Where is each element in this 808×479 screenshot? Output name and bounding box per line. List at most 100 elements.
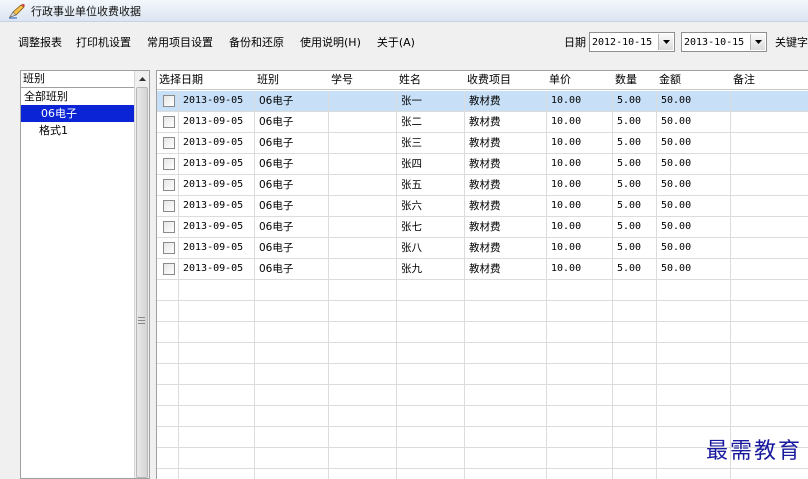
cell-item[interactable] — [465, 406, 547, 427]
cell-name[interactable] — [397, 469, 465, 479]
cell-class[interactable] — [255, 427, 329, 448]
scroll-up-arrow-icon[interactable] — [135, 71, 149, 86]
cell-amount[interactable]: 50.00 — [657, 238, 731, 259]
table-row[interactable]: 2013-09-05 06电子 张七 教材费 10.00 5.00 50.00 — [157, 217, 808, 238]
cell-note[interactable] — [731, 364, 808, 385]
cell-item[interactable]: 教材费 — [465, 238, 547, 259]
cell-id[interactable] — [329, 343, 397, 364]
cell-id[interactable] — [329, 133, 397, 154]
cell-id[interactable] — [329, 280, 397, 301]
date-to-select[interactable]: 2013-10-15 — [681, 32, 767, 52]
cell-id[interactable] — [329, 91, 397, 112]
cell-date[interactable] — [179, 301, 255, 322]
table-row[interactable] — [157, 385, 808, 406]
cell-amount[interactable] — [657, 406, 731, 427]
cell-qty[interactable]: 5.00 — [613, 91, 657, 112]
cell-qty[interactable] — [613, 406, 657, 427]
tree-item-06-electronics[interactable]: 06电子 — [21, 105, 135, 122]
row-checkbox[interactable] — [163, 263, 175, 275]
cell-name[interactable] — [397, 406, 465, 427]
cell-name[interactable]: 张六 — [397, 196, 465, 217]
cell-price[interactable] — [547, 343, 613, 364]
row-select-cell[interactable] — [157, 238, 179, 259]
row-select-cell[interactable] — [157, 133, 179, 154]
cell-item[interactable]: 教材费 — [465, 133, 547, 154]
row-select-cell[interactable] — [157, 217, 179, 238]
cell-date[interactable] — [179, 280, 255, 301]
cell-class[interactable]: 06电子 — [255, 112, 329, 133]
cell-name[interactable] — [397, 448, 465, 469]
row-select-cell[interactable] — [157, 322, 179, 343]
cell-amount[interactable] — [657, 322, 731, 343]
table-row[interactable] — [157, 364, 808, 385]
cell-price[interactable]: 10.00 — [547, 91, 613, 112]
cell-item[interactable]: 教材费 — [465, 217, 547, 238]
cell-note[interactable] — [731, 238, 808, 259]
cell-item[interactable]: 教材费 — [465, 259, 547, 280]
cell-class[interactable]: 06电子 — [255, 175, 329, 196]
cell-class[interactable] — [255, 301, 329, 322]
col-select[interactable]: 选择 — [157, 71, 181, 90]
cell-date[interactable]: 2013-09-05 — [179, 154, 255, 175]
table-row[interactable]: 2013-09-05 06电子 张八 教材费 10.00 5.00 50.00 — [157, 238, 808, 259]
cell-qty[interactable]: 5.00 — [613, 238, 657, 259]
cell-class[interactable]: 06电子 — [255, 259, 329, 280]
cell-price[interactable]: 10.00 — [547, 133, 613, 154]
cell-class[interactable] — [255, 280, 329, 301]
cell-date[interactable] — [179, 448, 255, 469]
cell-item[interactable] — [465, 364, 547, 385]
cell-name[interactable]: 张一 — [397, 91, 465, 112]
row-select-cell[interactable] — [157, 427, 179, 448]
row-select-cell[interactable] — [157, 196, 179, 217]
cell-qty[interactable] — [613, 469, 657, 479]
cell-class[interactable] — [255, 406, 329, 427]
menu-help[interactable]: 使用说明(H) — [300, 34, 361, 50]
cell-class[interactable]: 06电子 — [255, 196, 329, 217]
row-checkbox[interactable] — [163, 179, 175, 191]
cell-note[interactable] — [731, 280, 808, 301]
cell-item[interactable] — [465, 469, 547, 479]
cell-item[interactable] — [465, 301, 547, 322]
col-unit-price[interactable]: 单价 — [547, 71, 571, 90]
cell-qty[interactable]: 5.00 — [613, 196, 657, 217]
cell-qty[interactable] — [613, 427, 657, 448]
cell-qty[interactable] — [613, 280, 657, 301]
cell-amount[interactable] — [657, 364, 731, 385]
cell-date[interactable] — [179, 364, 255, 385]
cell-price[interactable] — [547, 406, 613, 427]
cell-name[interactable]: 张九 — [397, 259, 465, 280]
cell-qty[interactable]: 5.00 — [613, 133, 657, 154]
cell-date[interactable]: 2013-09-05 — [179, 91, 255, 112]
cell-note[interactable] — [731, 469, 808, 479]
cell-date[interactable]: 2013-09-05 — [179, 259, 255, 280]
cell-amount[interactable] — [657, 469, 731, 479]
row-select-cell[interactable] — [157, 112, 179, 133]
cell-class[interactable]: 06电子 — [255, 217, 329, 238]
cell-note[interactable] — [731, 175, 808, 196]
cell-class[interactable] — [255, 322, 329, 343]
cell-name[interactable] — [397, 364, 465, 385]
row-select-cell[interactable] — [157, 175, 179, 196]
cell-date[interactable] — [179, 385, 255, 406]
menu-printer-settings[interactable]: 打印机设置 — [76, 34, 131, 50]
cell-id[interactable] — [329, 238, 397, 259]
cell-note[interactable] — [731, 217, 808, 238]
cell-amount[interactable] — [657, 343, 731, 364]
cell-name[interactable]: 张七 — [397, 217, 465, 238]
cell-price[interactable] — [547, 364, 613, 385]
cell-date[interactable]: 2013-09-05 — [179, 112, 255, 133]
col-date[interactable]: 日期 — [179, 71, 203, 90]
cell-class[interactable] — [255, 364, 329, 385]
cell-qty[interactable] — [613, 364, 657, 385]
table-row[interactable]: 2013-09-05 06电子 张三 教材费 10.00 5.00 50.00 — [157, 133, 808, 154]
table-row[interactable] — [157, 280, 808, 301]
cell-class[interactable] — [255, 448, 329, 469]
cell-id[interactable] — [329, 448, 397, 469]
tree-scrollbar[interactable] — [134, 71, 149, 478]
table-row[interactable]: 2013-09-05 06电子 张四 教材费 10.00 5.00 50.00 — [157, 154, 808, 175]
cell-id[interactable] — [329, 301, 397, 322]
cell-amount[interactable]: 50.00 — [657, 196, 731, 217]
cell-note[interactable] — [731, 196, 808, 217]
cell-class[interactable] — [255, 469, 329, 479]
cell-item[interactable] — [465, 322, 547, 343]
